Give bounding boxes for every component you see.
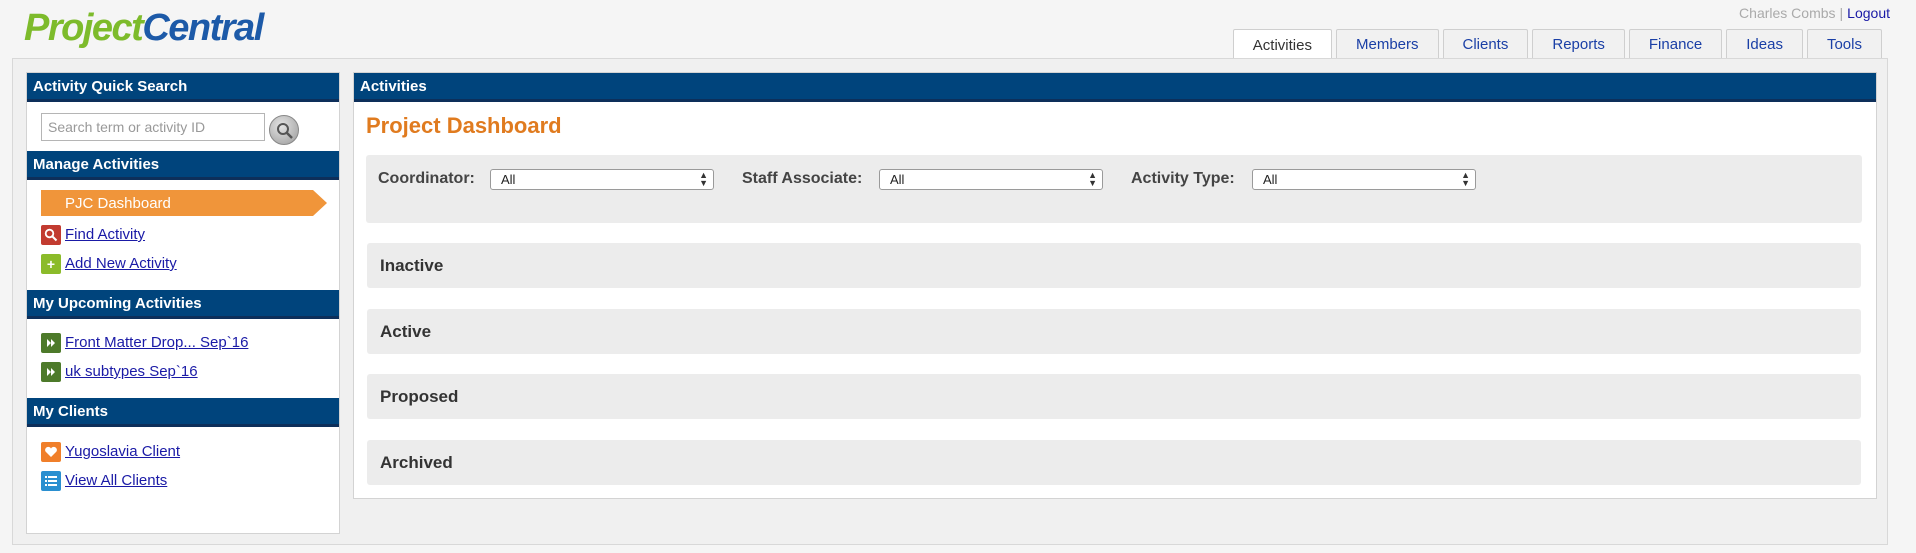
view-all-clients-link[interactable]: View All Clients — [65, 472, 167, 489]
list-icon — [41, 470, 61, 491]
quick-search-row — [27, 102, 339, 151]
main-panel: Activities Project Dashboard Coordinator… — [353, 72, 1877, 499]
tab-ideas[interactable]: Ideas — [1726, 29, 1803, 59]
filter-bar: Coordinator: All ▲ ▼ Staff Associate: All… — [366, 155, 1862, 223]
section-proposed[interactable]: Proposed — [367, 374, 1861, 419]
user-bar: Charles Combs | Logout — [1739, 5, 1890, 21]
search-icon — [277, 123, 293, 139]
logo-part2: Central — [142, 7, 264, 49]
tab-activities[interactable]: Activities — [1232, 29, 1332, 60]
upcoming-activities-list: Front Matter Drop... Sep`16 uk subtypes … — [27, 319, 339, 398]
my-clients-header: My Clients — [27, 398, 339, 427]
list-item: Yugoslavia Client — [41, 437, 339, 466]
main-panel-header: Activities — [354, 73, 1876, 102]
logo[interactable]: ProjectCentral — [24, 6, 264, 50]
section-archived[interactable]: Archived — [367, 440, 1861, 485]
find-icon — [41, 224, 61, 245]
activity-type-select[interactable]: All ▲ ▼ — [1252, 169, 1476, 190]
logo-part1: Project — [24, 7, 144, 49]
upcoming-activities-header: My Upcoming Activities — [27, 290, 339, 319]
page-title: Project Dashboard — [366, 113, 562, 138]
search-input[interactable] — [41, 113, 265, 141]
logout-link[interactable]: Logout — [1847, 5, 1890, 21]
coordinator-select[interactable]: All ▲ ▼ — [490, 169, 714, 190]
coordinator-value: All — [501, 172, 516, 187]
tab-reports[interactable]: Reports — [1532, 29, 1625, 59]
sidebar: Activity Quick Search Manage Activities … — [26, 72, 340, 534]
tab-members[interactable]: Members — [1335, 29, 1439, 59]
pjc-dashboard-item[interactable]: PJC Dashboard — [41, 190, 327, 216]
manage-activities-header: Manage Activities — [27, 151, 339, 180]
quick-search-header: Activity Quick Search — [27, 73, 339, 102]
separator: | — [1839, 5, 1844, 21]
activity-type-value: All — [1263, 172, 1278, 187]
forward-icon — [41, 332, 61, 353]
list-item: Front Matter Drop... Sep`16 — [41, 328, 339, 357]
staff-associate-label: Staff Associate: — [742, 170, 863, 187]
client-link[interactable]: Yugoslavia Client — [65, 443, 180, 460]
list-item: View All Clients — [41, 466, 339, 495]
tab-clients[interactable]: Clients — [1442, 29, 1529, 59]
activity-type-label: Activity Type: — [1131, 170, 1235, 187]
list-item: Find Activity — [41, 220, 339, 249]
tab-tools[interactable]: Tools — [1806, 29, 1882, 59]
upcoming-activity-link[interactable]: Front Matter Drop... Sep`16 — [65, 334, 248, 351]
user-name: Charles Combs — [1739, 5, 1836, 21]
staff-associate-select[interactable]: All ▲ ▼ — [879, 169, 1103, 190]
select-arrows-icon: ▲ ▼ — [1461, 170, 1470, 188]
search-button[interactable] — [269, 115, 299, 145]
select-arrows-icon: ▲ ▼ — [699, 170, 708, 188]
staff-associate-value: All — [890, 172, 905, 187]
list-item: uk subtypes Sep`16 — [41, 357, 339, 386]
main-tabs: Activities Members Clients Reports Finan… — [1232, 29, 1882, 60]
list-item: + Add New Activity — [41, 249, 339, 278]
forward-icon — [41, 361, 61, 382]
heart-icon — [41, 441, 61, 462]
manage-activities-list: PJC Dashboard Find Activity + Add New Ac… — [27, 180, 339, 290]
my-clients-list: Yugoslavia Client View All Clients — [27, 427, 339, 507]
add-new-activity-link[interactable]: Add New Activity — [65, 255, 177, 272]
section-active[interactable]: Active — [367, 309, 1861, 354]
coordinator-label: Coordinator: — [378, 170, 475, 187]
section-inactive[interactable]: Inactive — [367, 243, 1861, 288]
find-activity-link[interactable]: Find Activity — [65, 226, 145, 243]
tab-finance[interactable]: Finance — [1628, 29, 1723, 59]
select-arrows-icon: ▲ ▼ — [1088, 170, 1097, 188]
upcoming-activity-link[interactable]: uk subtypes Sep`16 — [65, 363, 198, 380]
add-icon: + — [41, 253, 61, 274]
